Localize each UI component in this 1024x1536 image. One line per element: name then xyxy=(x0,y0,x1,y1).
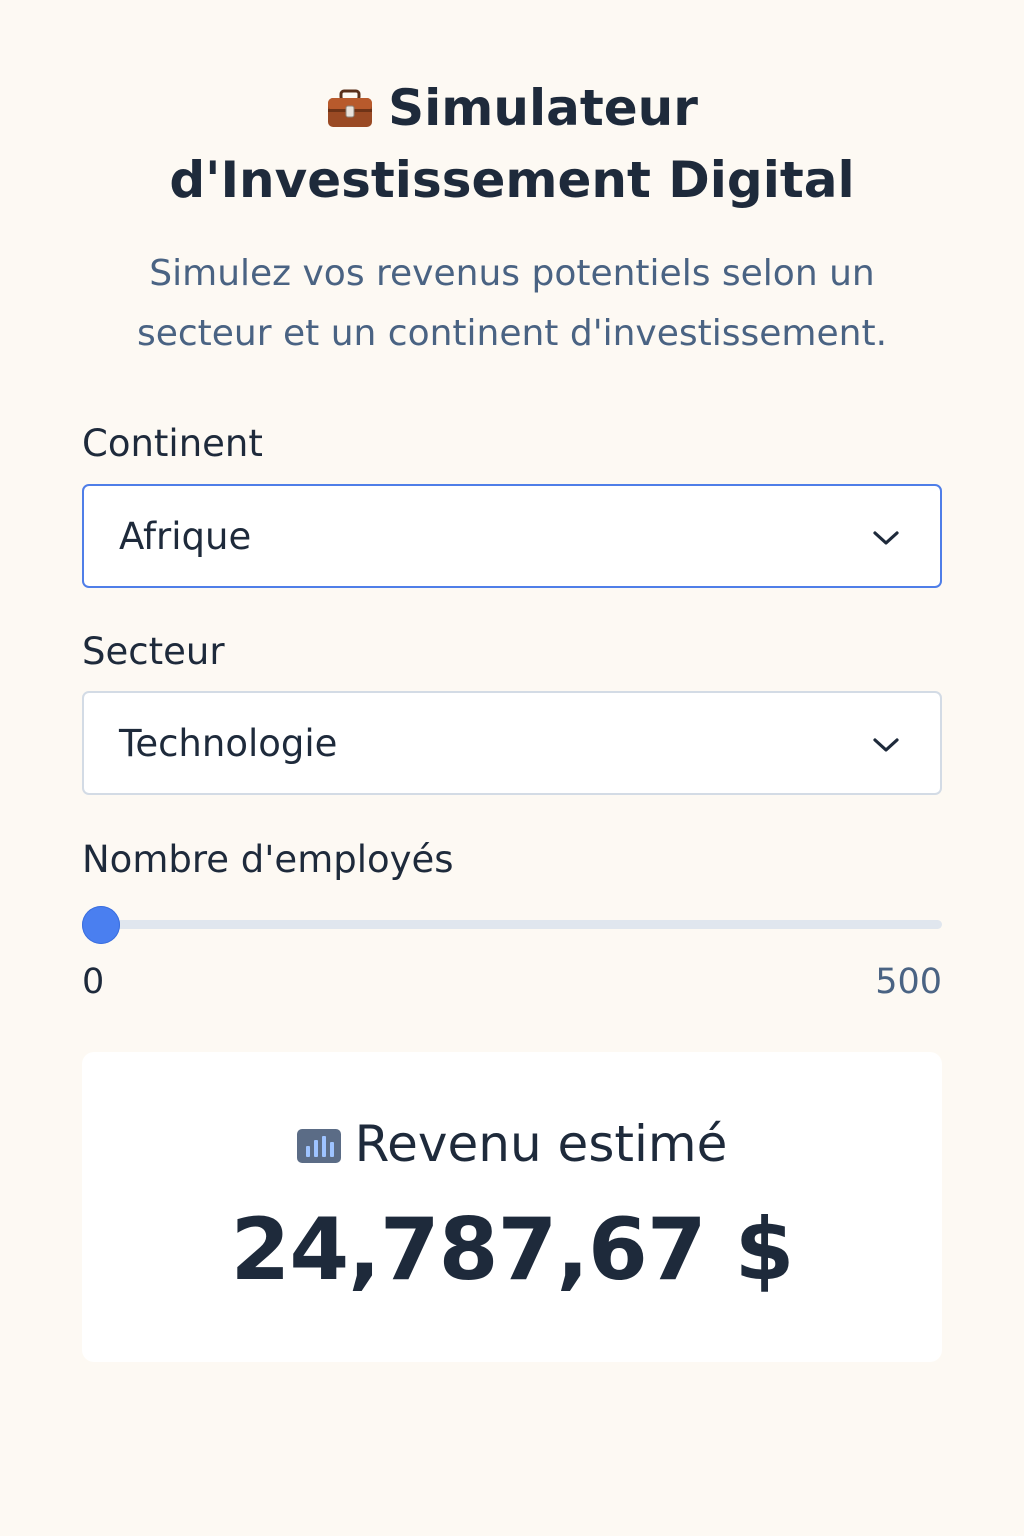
employees-label: Nombre d'employés xyxy=(82,838,454,881)
chevron-down-icon xyxy=(873,531,899,545)
result-card: Revenu estimé 24,787,67 $ xyxy=(82,1052,942,1362)
chevron-down-icon xyxy=(873,738,899,752)
sector-select[interactable]: Technologie xyxy=(82,691,942,795)
page-title: Simulateur d'Investissement Digital xyxy=(82,72,942,216)
sector-label: Secteur xyxy=(82,630,225,673)
employees-max-label: 500 xyxy=(875,962,942,1002)
result-value: 24,787,67 $ xyxy=(230,1200,795,1300)
continent-select[interactable]: Afrique xyxy=(82,484,942,588)
continent-label: Continent xyxy=(82,422,263,465)
bar-chart-icon xyxy=(296,1129,341,1163)
continent-select-value: Afrique xyxy=(119,515,252,558)
page-subtitle: Simulez vos revenus potentiels selon un … xyxy=(136,253,888,354)
result-label: Revenu estimé xyxy=(82,1114,942,1174)
employees-min-label: 0 xyxy=(82,962,105,1002)
result-label-text: Revenu estimé xyxy=(354,1115,728,1173)
employees-slider-thumb[interactable] xyxy=(82,906,120,944)
employees-slider-track[interactable] xyxy=(100,920,942,929)
page-title-text: Simulateur d'Investissement Digital xyxy=(169,79,855,209)
sector-select-value: Technologie xyxy=(119,722,338,765)
briefcase-icon xyxy=(328,89,373,127)
